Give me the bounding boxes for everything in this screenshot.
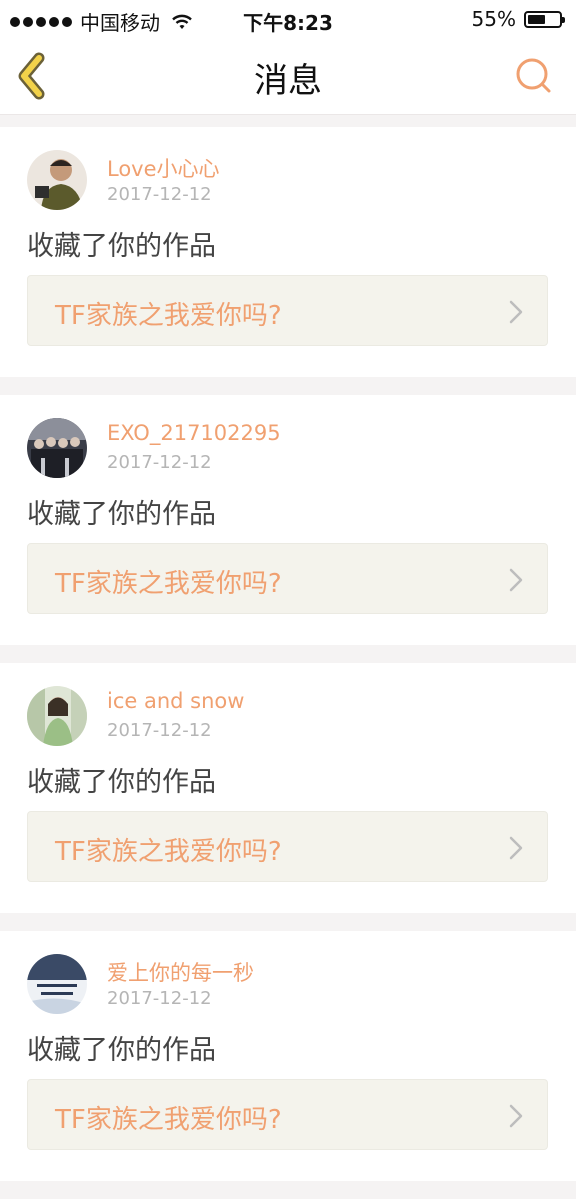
message-date: 2017-12-12 [107, 184, 212, 205]
message-date: 2017-12-12 [107, 452, 212, 473]
chevron-right-icon [509, 1104, 523, 1128]
message-card: 爱上你的每一秒 2017-12-12 收藏了你的作品 TF家族之我爱你吗? [0, 931, 576, 1181]
work-title: TF家族之我爱你吗? [55, 1105, 282, 1135]
search-button[interactable] [512, 54, 556, 98]
work-title: TF家族之我爱你吗? [55, 301, 282, 331]
status-right: 55% [471, 7, 565, 31]
avatar[interactable] [27, 954, 87, 1014]
status-bar: 中国移动 下午8:23 55% [0, 0, 576, 38]
avatar[interactable] [27, 150, 87, 210]
work-link[interactable]: TF家族之我爱你吗? [27, 811, 548, 882]
avatar[interactable] [27, 418, 87, 478]
battery-fill [528, 14, 545, 24]
work-link[interactable]: TF家族之我爱你吗? [27, 543, 548, 614]
message-card: Love小心心 2017-12-12 收藏了你的作品 TF家族之我爱你吗? [0, 127, 576, 377]
message-date: 2017-12-12 [107, 988, 212, 1009]
battery-percent: 55% [471, 7, 516, 31]
message-text: 收藏了你的作品 [27, 231, 216, 262]
battery-icon [524, 10, 565, 28]
message-text: 收藏了你的作品 [27, 499, 216, 530]
message-text: 收藏了你的作品 [27, 767, 216, 798]
work-link[interactable]: TF家族之我爱你吗? [27, 1079, 548, 1150]
username[interactable]: 爱上你的每一秒 [107, 957, 254, 987]
page-title: 消息 [254, 61, 322, 101]
username[interactable]: EXO_217102295 [107, 421, 281, 445]
message-card: ice and snow 2017-12-12 收藏了你的作品 TF家族之我爱你… [0, 663, 576, 913]
chevron-right-icon [509, 568, 523, 592]
work-title: TF家族之我爱你吗? [55, 569, 282, 599]
message-text: 收藏了你的作品 [27, 1035, 216, 1066]
username[interactable]: Love小心心 [107, 153, 220, 183]
chevron-right-icon [509, 836, 523, 860]
message-list: Love小心心 2017-12-12 收藏了你的作品 TF家族之我爱你吗? EX… [0, 115, 576, 1199]
search-icon [516, 58, 551, 93]
work-link[interactable]: TF家族之我爱你吗? [27, 275, 548, 346]
work-title: TF家族之我爱你吗? [55, 837, 282, 867]
navigation-bar: 消息 [0, 38, 576, 115]
message-card: EXO_217102295 2017-12-12 收藏了你的作品 TF家族之我爱… [0, 395, 576, 645]
username[interactable]: ice and snow [107, 689, 244, 713]
message-date: 2017-12-12 [107, 720, 212, 741]
chevron-right-icon [509, 300, 523, 324]
avatar[interactable] [27, 686, 87, 746]
